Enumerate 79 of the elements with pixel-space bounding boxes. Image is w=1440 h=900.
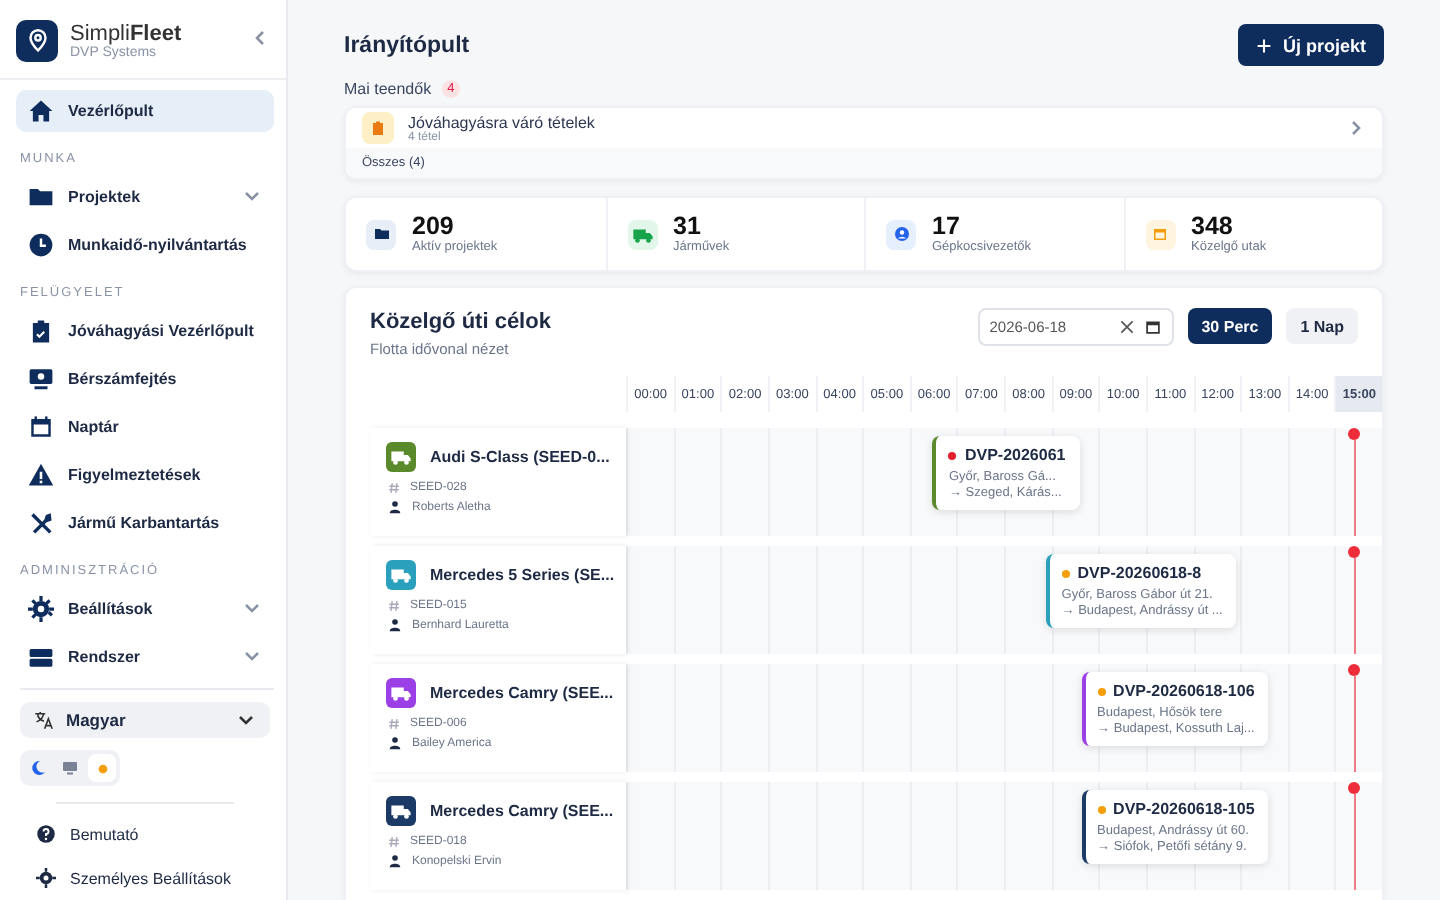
moon-icon (30, 760, 46, 776)
vehicle-name: Audi S-Class (SEED-0... (430, 448, 610, 466)
warning-icon (28, 461, 54, 487)
hash-icon (388, 482, 400, 494)
chevron-icon (242, 646, 262, 666)
now-line (1348, 428, 1361, 536)
chevron-icon (242, 598, 262, 618)
monitor-icon (62, 760, 78, 776)
server-icon (28, 643, 54, 669)
clipboard-icon (28, 317, 54, 343)
clipboard-icon (370, 120, 386, 136)
sidebar-item[interactable]: Munkaidő-nyilvántartás (16, 222, 274, 266)
chevron-icon (236, 710, 256, 730)
monitor-icon (28, 365, 54, 391)
vehicle-name: Mercedes Camry (SEE... (430, 684, 614, 702)
person-icon (388, 618, 402, 632)
calendar-icon (28, 413, 54, 439)
person-icon (388, 854, 402, 868)
sidebar-item[interactable]: Beállítások (16, 586, 274, 630)
trip-code: DVP-20260618-8 (1077, 564, 1202, 582)
zoom-button[interactable]: 1 Nap (1286, 308, 1358, 344)
user-icon (893, 226, 909, 242)
truck-icon (390, 446, 412, 468)
hash-icon (388, 600, 400, 612)
sidebar-item[interactable]: Figyelmeztetések (16, 452, 274, 496)
sidebar-item[interactable]: Vezérlőpult (16, 90, 274, 132)
trip-code: DVP-2026061 (964, 446, 1066, 464)
page-title: Irányítópult (344, 33, 470, 57)
translate-icon (34, 710, 54, 730)
sidebar-item[interactable]: Jármű Karbantartás (16, 500, 274, 544)
home-icon (28, 98, 54, 124)
vehicle-name: Mercedes 5 Series (SE... (430, 566, 615, 584)
logo-icon (16, 19, 58, 61)
settings-icon (28, 595, 54, 621)
section-label: Mai teendők (344, 80, 432, 98)
language-select[interactable]: Magyar (20, 702, 270, 738)
calendar-icon (1143, 318, 1162, 336)
theme-button[interactable] (88, 754, 116, 782)
vehicle-name: Mercedes Camry (SEE... (430, 802, 614, 820)
zoom-button[interactable]: 30 Perc (1187, 308, 1273, 344)
sidebar-item[interactable]: Személyes Beállítások (16, 858, 274, 898)
person-icon (388, 500, 402, 514)
sidebar-item[interactable]: Bérszámfejtés (16, 356, 274, 400)
sun-icon (95, 761, 109, 775)
clock-icon (28, 231, 54, 257)
truck-icon (390, 800, 412, 822)
new-project-button[interactable]: Új projekt (1238, 24, 1384, 66)
stat-value: 17 (932, 214, 962, 240)
folder-icon (373, 226, 389, 242)
help-icon (36, 824, 56, 844)
close-icon (1119, 320, 1134, 334)
stat-value: 209 (412, 214, 456, 240)
sidebar-item[interactable]: Rendszer (16, 634, 274, 678)
truck-icon (390, 682, 412, 704)
sidebar-item[interactable]: Projektek (16, 174, 274, 218)
now-line (1348, 664, 1361, 772)
now-line (1348, 546, 1361, 654)
stat-value: 31 (673, 214, 703, 240)
sidebar-item[interactable]: Jóváhagyási Vezérlőpult (16, 308, 274, 352)
tools-icon (28, 509, 54, 535)
brand-name: SimpliFleet (70, 21, 184, 45)
hash-icon (388, 718, 400, 730)
hash-icon (388, 836, 400, 848)
chevron-icon (250, 28, 270, 48)
now-line (1348, 782, 1361, 890)
plus-icon (1256, 37, 1273, 53)
calendar-icon (1152, 226, 1168, 242)
chevron-icon (1346, 118, 1366, 138)
person-icon (388, 736, 402, 750)
sidebar-item[interactable]: Bemutató (16, 814, 274, 854)
trip-code: DVP-20260618-106 (1113, 682, 1255, 700)
settings-icon (36, 868, 56, 888)
chevron-icon (242, 186, 262, 206)
stat-value: 348 (1191, 214, 1235, 240)
sidebar-item[interactable]: Naptár (16, 404, 274, 448)
card-title: Közelgő úti célok (370, 310, 553, 334)
truck-icon (390, 564, 412, 586)
folder-icon (28, 183, 54, 209)
trip-code: DVP-20260618-105 (1113, 800, 1255, 818)
